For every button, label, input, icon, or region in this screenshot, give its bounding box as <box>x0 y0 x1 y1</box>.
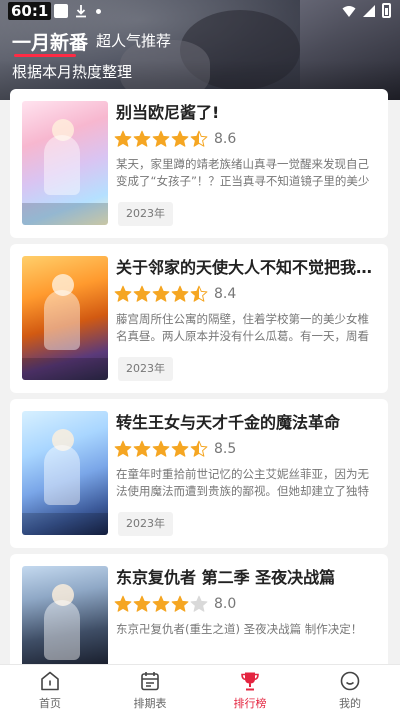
star-icon <box>133 130 151 147</box>
anime-card[interactable]: 关于邻家的天使大人不知不觉把我惯成了废人这档子事 8.4 藤宫周所住公寓的隔壁，… <box>10 244 388 393</box>
star-icon <box>171 130 189 147</box>
nav-ranking[interactable]: 排行榜 <box>200 665 300 712</box>
anime-cover <box>22 101 108 225</box>
star-icon <box>171 440 189 457</box>
star-icon <box>152 130 170 147</box>
anime-description: 在童年时重拾前世记忆的公主艾妮丝菲亚，因为无法使用魔法而遭到贵族的鄙视。但她却建… <box>116 467 369 498</box>
anime-cover <box>22 256 108 380</box>
star-icon <box>190 440 208 457</box>
star-icon <box>152 285 170 302</box>
dot-icon <box>96 9 101 14</box>
nav-label: 首页 <box>39 697 61 710</box>
star-icon <box>133 595 151 612</box>
download-icon <box>76 5 86 18</box>
anime-title: 关于邻家的天使大人不知不觉把我惯成了废人这档子事 <box>116 258 378 277</box>
year-tag: 2023年 <box>118 357 173 381</box>
star-icon <box>133 440 151 457</box>
anime-title: 东京复仇者 第二季 圣夜决战篇 <box>116 568 336 587</box>
anime-card[interactable]: 别当欧尼酱了! 8.6 某天，家里蹲的靖老族绪山真寻一觉醒来发现自己变成了“女孩… <box>10 89 388 238</box>
star-icon <box>190 130 208 147</box>
nav-schedule[interactable]: 排期表 <box>100 665 200 712</box>
tab-popular[interactable]: 超人气推荐 <box>96 30 171 51</box>
nav-label: 排期表 <box>133 697 167 710</box>
anime-title: 别当欧尼酱了! <box>116 103 220 122</box>
smiley-icon <box>340 671 360 691</box>
nav-label: 排行榜 <box>233 697 267 710</box>
nav-label: 我的 <box>339 697 361 710</box>
rating-score: 8.5 <box>214 441 237 457</box>
star-icon <box>114 595 132 612</box>
page-subtitle: 根据本月热度整理 <box>12 63 133 81</box>
trophy-icon <box>241 672 259 691</box>
signal-icon <box>363 5 375 17</box>
status-time: 60:1 <box>8 2 52 20</box>
battery-icon <box>382 3 391 18</box>
year-tag: 2023年 <box>118 512 173 536</box>
home-icon <box>41 671 59 691</box>
anime-description: 藤宫周所住公寓的隔壁，住着学校第一的美少女椎名真昼。两人原本并没有什么瓜葛。有一… <box>116 312 369 343</box>
rating-score: 8.0 <box>214 596 237 612</box>
nav-profile[interactable]: 我的 <box>300 665 400 712</box>
anime-description: 某天，家里蹲的靖老族绪山真寻一觉醒来发现自己变成了“女孩子”！？正当真寻不知道镜… <box>116 157 370 188</box>
star-icon <box>114 440 132 457</box>
year-tag: 2023年 <box>118 202 173 226</box>
anime-cover <box>22 411 108 535</box>
rating-score: 8.6 <box>214 131 237 147</box>
calendar-icon <box>141 672 159 691</box>
nav-home[interactable]: 首页 <box>0 665 100 712</box>
anime-title: 转生王女与天才千金的魔法革命 <box>116 413 341 432</box>
anime-card[interactable]: 转生王女与天才千金的魔法革命 8.5 在童年时重拾前世记忆的公主艾妮丝菲亚，因为… <box>10 399 388 548</box>
star-icon <box>171 595 189 612</box>
bottom-nav: 首页 排期表 排行榜 我的 <box>0 664 400 712</box>
anime-description: 东京卍复仇者(重生之道) 圣夜决战篇 制作决定！ <box>116 622 363 636</box>
star-icon <box>152 595 170 612</box>
status-bar: 60:1 <box>0 0 400 24</box>
tab-monthly-new[interactable]: 一月新番 <box>12 28 88 55</box>
tab-indicator <box>14 54 76 57</box>
notification-icon <box>54 4 68 18</box>
star-icon <box>190 595 208 612</box>
star-icon <box>171 285 189 302</box>
wifi-icon <box>342 6 356 17</box>
rating-score: 8.4 <box>214 286 237 302</box>
star-icon <box>114 130 132 147</box>
star-icon <box>190 285 208 302</box>
star-icon <box>114 285 132 302</box>
star-icon <box>133 285 151 302</box>
star-icon <box>152 440 170 457</box>
